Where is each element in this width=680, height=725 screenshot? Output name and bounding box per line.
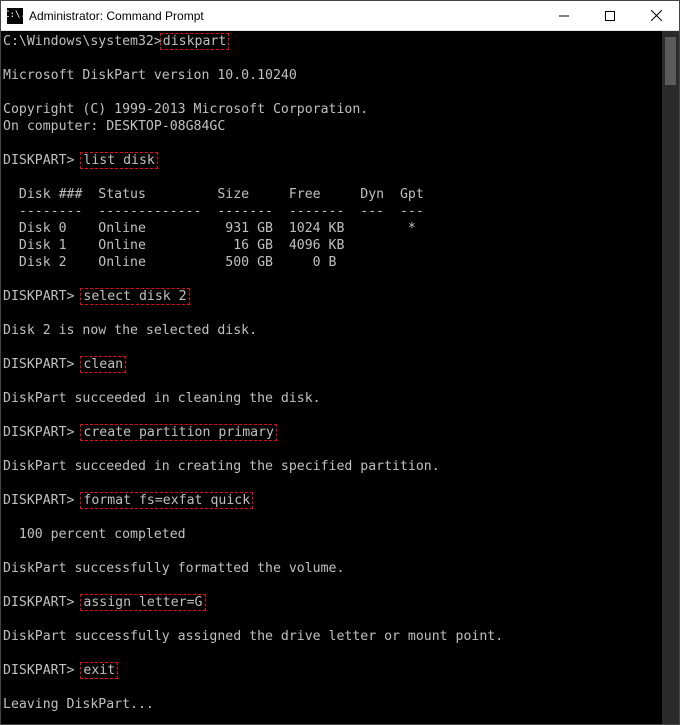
table-row: Disk 1 Online 16 GB 4096 KB xyxy=(3,238,344,253)
out-selected: Disk 2 is now the selected disk. xyxy=(3,323,257,338)
prompt-diskpart: DISKPART> xyxy=(3,493,82,508)
vertical-scrollbar[interactable] xyxy=(662,31,679,724)
window-buttons xyxy=(541,1,679,30)
cmd-format: format fs=exfat quick xyxy=(80,492,253,509)
scrollbar-thumb[interactable] xyxy=(665,37,676,85)
prompt-diskpart: DISKPART> xyxy=(3,425,82,440)
cmd-diskpart: diskpart xyxy=(160,33,230,50)
cmd-clean: clean xyxy=(80,356,126,373)
command-prompt-window: C:\. Administrator: Command Prompt C:\Wi… xyxy=(0,0,680,725)
window-title: Administrator: Command Prompt xyxy=(29,9,541,23)
cmd-exit: exit xyxy=(80,662,118,679)
maximize-button[interactable] xyxy=(587,1,633,30)
out-version: Microsoft DiskPart version 10.0.10240 xyxy=(3,68,297,83)
prompt-diskpart: DISKPART> xyxy=(3,595,82,610)
prompt-diskpart: DISKPART> xyxy=(3,289,82,304)
prompt-diskpart: DISKPART> xyxy=(3,357,82,372)
prompt-diskpart: DISKPART> xyxy=(3,663,82,678)
out-create-ok: DiskPart succeeded in creating the speci… xyxy=(3,459,440,474)
cmd-icon-glyph: C:\. xyxy=(4,11,26,20)
table-row: Disk 0 Online 931 GB 1024 KB * xyxy=(3,221,416,236)
console-output[interactable]: C:\Windows\system32>diskpart Microsoft D… xyxy=(1,31,662,724)
cmd-list-disk: list disk xyxy=(80,152,157,169)
out-leaving: Leaving DiskPart... xyxy=(3,697,154,712)
table-row: Disk 2 Online 500 GB 0 B xyxy=(3,255,336,270)
out-percent: 100 percent completed xyxy=(3,527,186,542)
cmd-assign: assign letter=G xyxy=(80,594,205,611)
cmd-create-partition: create partition primary xyxy=(80,424,277,441)
titlebar[interactable]: C:\. Administrator: Command Prompt xyxy=(1,1,679,31)
table-sep: -------- ------------- ------- ------- -… xyxy=(3,204,424,219)
out-oncomputer: On computer: DESKTOP-08G84GC xyxy=(3,119,225,134)
prompt-sys32: C:\Windows\system32> xyxy=(3,34,162,49)
maximize-icon xyxy=(605,11,615,21)
cmd-select-disk: select disk 2 xyxy=(80,288,189,305)
out-format-ok: DiskPart successfully formatted the volu… xyxy=(3,561,344,576)
minimize-button[interactable] xyxy=(541,1,587,30)
console-area: C:\Windows\system32>diskpart Microsoft D… xyxy=(1,31,679,724)
minimize-icon xyxy=(559,11,569,21)
close-button[interactable] xyxy=(633,1,679,30)
out-clean-ok: DiskPart succeeded in cleaning the disk. xyxy=(3,391,321,406)
cmd-icon: C:\. xyxy=(7,8,23,24)
close-icon xyxy=(651,10,662,21)
out-assign-ok: DiskPart successfully assigned the drive… xyxy=(3,629,503,644)
table-header: Disk ### Status Size Free Dyn Gpt xyxy=(3,187,424,202)
prompt-diskpart: DISKPART> xyxy=(3,153,82,168)
out-copyright: Copyright (C) 1999-2013 Microsoft Corpor… xyxy=(3,102,368,117)
